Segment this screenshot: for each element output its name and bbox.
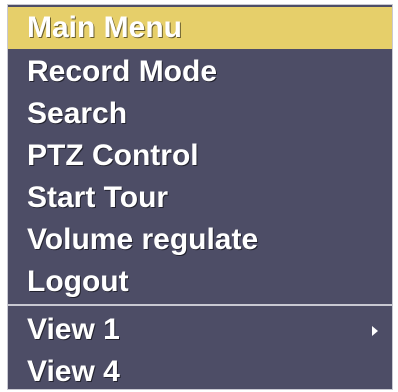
menu-item-label: Main Menu xyxy=(27,11,182,44)
menu-item-search[interactable]: Search xyxy=(8,93,392,135)
menu-item-main-menu[interactable]: Main Menu xyxy=(8,7,392,49)
menu-item-label: View 4 xyxy=(27,355,120,388)
menu-item-label: View 1 xyxy=(27,313,120,346)
menu-item-start-tour[interactable]: Start Tour xyxy=(8,177,392,219)
menu-item-view-1[interactable]: View 1 xyxy=(8,309,392,351)
context-menu: Main Menu Record Mode Search PTZ Control… xyxy=(7,4,393,390)
menu-divider xyxy=(8,304,392,306)
chevron-right-icon xyxy=(372,326,378,336)
menu-item-label: Logout xyxy=(27,265,129,298)
menu-item-label: PTZ Control xyxy=(27,139,199,172)
menu-item-label: Start Tour xyxy=(27,181,169,214)
menu-item-label: Volume regulate xyxy=(27,223,259,256)
menu-item-volume-regulate[interactable]: Volume regulate xyxy=(8,219,392,261)
menu-item-label: Search xyxy=(27,97,128,130)
menu-item-logout[interactable]: Logout xyxy=(8,261,392,303)
menu-item-view-4[interactable]: View 4 xyxy=(8,351,392,389)
menu-item-record-mode[interactable]: Record Mode xyxy=(8,51,392,93)
menu-item-label: Record Mode xyxy=(27,55,218,88)
menu-item-ptz-control[interactable]: PTZ Control xyxy=(8,135,392,177)
